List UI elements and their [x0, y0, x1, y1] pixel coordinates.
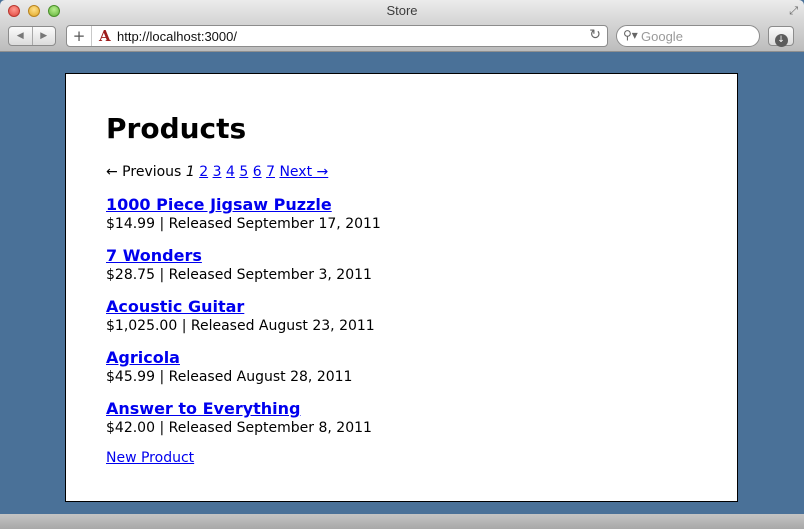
back-button[interactable]: ◀	[9, 27, 32, 45]
product-link[interactable]: Answer to Everything	[106, 399, 301, 418]
product-details: $42.00 | Released September 8, 2011	[106, 419, 686, 438]
product-details: $45.99 | Released August 28, 2011	[106, 368, 686, 387]
separator: |	[181, 318, 187, 334]
product-link[interactable]: Agricola	[106, 348, 180, 367]
product-details: $1,025.00 | Released August 23, 2011	[106, 317, 686, 336]
product-link[interactable]: 1000 Piece Jigsaw Puzzle	[106, 195, 332, 214]
product-item: Answer to Everything $42.00 | Released S…	[106, 399, 686, 450]
magnifier-icon[interactable]: ⚲▾	[623, 28, 638, 42]
product-release-date: Released September 8, 2011	[168, 420, 372, 436]
page-container: Products ← Previous 1 2 3 4 5 6 7 Next →…	[65, 73, 738, 502]
plus-icon[interactable]: +	[67, 26, 92, 46]
product-price: $14.99	[106, 216, 155, 232]
back-arrow-icon: ◀	[16, 31, 24, 41]
window-title: Store	[386, 3, 418, 18]
product-price: $42.00	[106, 420, 155, 436]
product-item: 7 Wonders $28.75 | Released September 3,…	[106, 246, 686, 297]
pagination-previous: ← Previous	[106, 164, 182, 180]
search-field[interactable]: ⚲▾	[616, 25, 760, 47]
product-release-date: Released September 3, 2011	[168, 267, 372, 283]
download-icon: ↓	[774, 34, 788, 47]
forward-button[interactable]: ▶	[31, 27, 56, 45]
product-details: $14.99 | Released September 17, 2011	[106, 215, 686, 234]
product-item: Agricola $45.99 | Released August 28, 20…	[106, 348, 686, 399]
pagination-next-link[interactable]: Next →	[279, 164, 328, 180]
separator: |	[159, 420, 165, 436]
pagination-current-page: 1	[185, 164, 195, 180]
window-bottom-bar	[0, 514, 804, 529]
rails-favicon-icon: A	[99, 27, 111, 45]
product-release-date: Released September 17, 2011	[168, 216, 381, 232]
browser-toolbar: ◀ ▶ + A http://localhost:3000/ ↻ ⚲▾ ↓	[0, 22, 804, 52]
search-input[interactable]	[641, 28, 753, 44]
new-product-link[interactable]: New Product	[106, 450, 194, 466]
product-price: $28.75	[106, 267, 155, 283]
product-item: Acoustic Guitar $1,025.00 | Released Aug…	[106, 297, 686, 348]
pagination-page-link[interactable]: 2	[199, 164, 208, 180]
forward-arrow-icon: ▶	[40, 31, 48, 41]
url-text[interactable]: http://localhost:3000/	[117, 29, 237, 44]
product-details: $28.75 | Released September 3, 2011	[106, 266, 686, 285]
product-item: 1000 Piece Jigsaw Puzzle $14.99 | Releas…	[106, 195, 686, 246]
window-titlebar: Store ⤢	[0, 0, 804, 22]
fullscreen-icon[interactable]: ⤢	[789, 4, 798, 18]
address-bar[interactable]: + A http://localhost:3000/ ↻	[66, 25, 608, 47]
separator: |	[159, 369, 165, 385]
product-link[interactable]: Acoustic Guitar	[106, 297, 244, 316]
product-release-date: Released August 28, 2011	[168, 369, 353, 385]
downloads-button[interactable]: ↓	[768, 26, 794, 47]
product-price: $45.99	[106, 369, 155, 385]
separator: |	[159, 267, 165, 283]
pagination-page-link[interactable]: 7	[266, 164, 275, 180]
navigation-buttons: ◀ ▶	[8, 26, 56, 46]
reload-icon[interactable]: ↻	[589, 27, 601, 43]
page-title: Products	[106, 112, 247, 145]
product-link[interactable]: 7 Wonders	[106, 246, 202, 265]
separator: |	[159, 216, 165, 232]
pagination: ← Previous 1 2 3 4 5 6 7 Next →	[106, 164, 328, 180]
pagination-page-link[interactable]: 6	[253, 164, 262, 180]
pagination-page-link[interactable]: 4	[226, 164, 235, 180]
product-release-date: Released August 23, 2011	[190, 318, 375, 334]
product-list: 1000 Piece Jigsaw Puzzle $14.99 | Releas…	[106, 195, 686, 450]
pagination-page-link[interactable]: 3	[213, 164, 222, 180]
pagination-page-link[interactable]: 5	[239, 164, 248, 180]
product-price: $1,025.00	[106, 318, 178, 334]
